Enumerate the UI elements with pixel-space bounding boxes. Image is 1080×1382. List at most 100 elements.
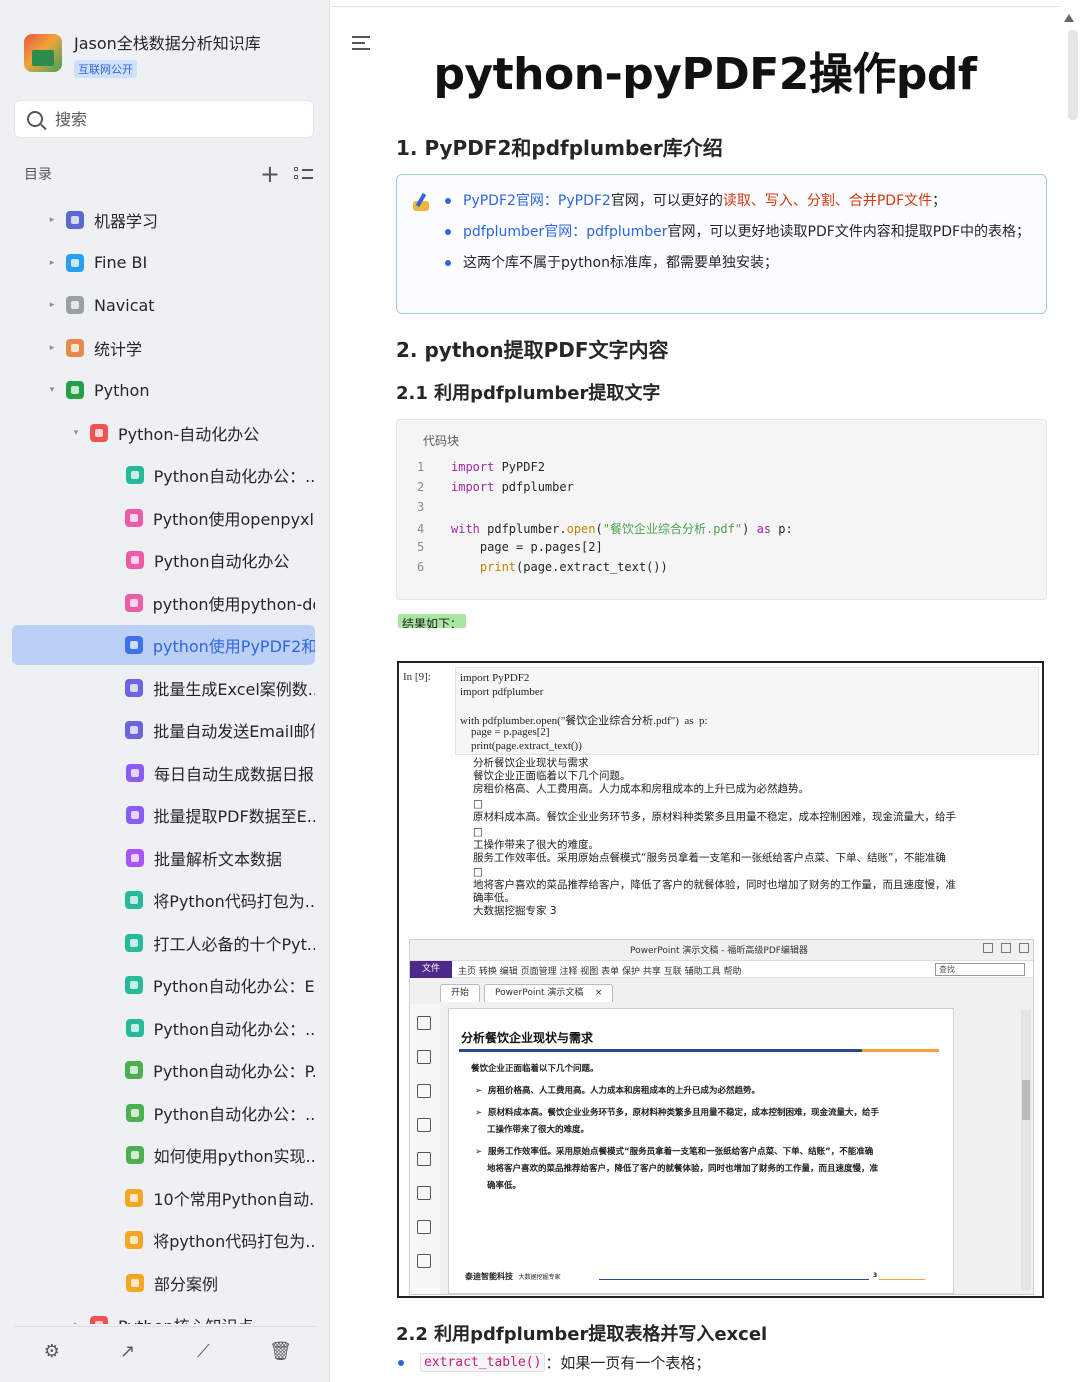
sidebar-item[interactable]: 批量提取PDF数据至E... [12, 795, 315, 835]
pdf-search-field[interactable]: 查找 [935, 963, 1025, 976]
file-menu[interactable]: 文件 [410, 961, 452, 978]
sidebar-item[interactable]: 批量生成Excel案例数... [12, 668, 315, 708]
notebook-input-cell: import PyPDF2 import pdfplumber with pdf… [455, 667, 1039, 755]
settings-icon[interactable]: ⚙ [42, 1341, 62, 1362]
pdf-scrollbar[interactable] [1021, 1010, 1031, 1290]
sidebar-item[interactable]: ▸ 统计学 [12, 328, 315, 368]
callout-item: pdfplumber官网：pdfplumber官网，可以更好地读取PDF文件内容… [443, 220, 1033, 244]
sidebar-item-label: 批量自动发送Email邮件 [153, 722, 315, 741]
knowledge-base-title: Jason全栈数据分析知识库 [74, 34, 261, 53]
sidebar-item[interactable]: 批量解析文本数据 [12, 838, 315, 878]
maximize-icon[interactable] [1001, 943, 1011, 953]
layers-icon[interactable] [417, 1084, 431, 1098]
sidebar-item[interactable]: Python自动化办公 [12, 540, 315, 580]
ribbon-menu[interactable]: 主页 转换 编辑 页面管理 注释 视图 表单 保护 共享 互联 辅助工具 帮助 [458, 964, 741, 977]
sidebar-item[interactable]: ▾ Python-自动化办公 [12, 413, 315, 453]
sidebar-item-label: python使用python-do... [152, 594, 315, 614]
sidebar-item[interactable]: python使用python-do... [12, 583, 315, 623]
callout-item: 这两个库不属于python标准库，都需要单独安装； [443, 251, 1033, 275]
attachment-icon[interactable] [417, 1152, 431, 1166]
sidebar-item-label: 批量解析文本数据 [154, 849, 283, 869]
knowledge-base-header[interactable]: Jason全栈数据分析知识库 互联网公开 [24, 34, 261, 78]
sidebar-item[interactable]: Python自动化办公：... [12, 1093, 315, 1133]
minimize-icon[interactable] [983, 943, 993, 953]
code-line: 5 page = p.pages[2] [417, 540, 603, 554]
scroll-up-arrow[interactable] [1064, 14, 1074, 22]
copy-icon[interactable] [417, 1050, 431, 1064]
sidebar-item[interactable]: 打工人必备的十个Pyt... [12, 923, 315, 963]
code-line: 1 import PyPDF2 [417, 460, 545, 474]
sidebar-item[interactable]: 10个常用Python自动... [12, 1178, 315, 1218]
pdf-page: 分析餐饮企业现状与需求 餐饮企业正面临着以下几个问题。 ➢ 房租价格高、人工费用… [448, 1008, 954, 1294]
tab-document[interactable]: PowerPoint 演示文稿 × [484, 984, 614, 1002]
toc-outline-icon[interactable] [294, 166, 314, 182]
expand-caret-icon[interactable]: ▸ [46, 343, 58, 353]
sidebar-item[interactable]: Python自动化办公：P... [12, 1050, 315, 1090]
signature-icon[interactable] [417, 1186, 431, 1200]
sidebar-item-label: python使用PyPDF2和... [152, 637, 315, 656]
sidebar-item[interactable]: 将python代码打包为.... [12, 1220, 315, 1260]
doc-type-icon [125, 1061, 144, 1079]
expand-caret-icon[interactable]: ▾ [70, 428, 82, 438]
tab-start[interactable]: 开始 [440, 984, 481, 1002]
sidebar-item-label: Python [94, 380, 150, 400]
sidebar-item[interactable]: ▾ Python [12, 370, 315, 410]
sidebar-item-label: Navicat [94, 295, 155, 315]
sidebar-item[interactable]: Python自动化办公：E... [12, 965, 315, 1005]
visibility-badge: 互联网公开 [74, 60, 137, 78]
expand-caret-icon[interactable]: ▸ [70, 1320, 82, 1324]
search-input[interactable] [55, 109, 285, 129]
close-icon[interactable] [1019, 943, 1029, 953]
pypdf2-link[interactable]: PyPDF2官网： [463, 193, 558, 209]
expand-caret-icon[interactable]: ▸ [46, 300, 58, 310]
code-block[interactable]: 代码块 1 import PyPDF2 2 import pdfplumber 3 … [396, 419, 1047, 600]
trash-icon[interactable]: 🗑 [269, 1341, 292, 1362]
sidebar-item[interactable]: 每日自动生成数据日报 [12, 753, 315, 793]
page-icon[interactable] [417, 1016, 431, 1030]
pdf-side-toolbar [410, 1004, 440, 1294]
sidebar-item[interactable]: Python自动化办公：... [12, 1008, 315, 1048]
doc-type-icon [126, 848, 144, 867]
sidebar-item-label: Python自动化办公：... [153, 1104, 315, 1124]
tab-close-icon[interactable]: × [595, 988, 603, 998]
doc-type-icon [125, 466, 144, 484]
inline-code: extract_table() [420, 1353, 546, 1372]
callout-item: PyPDF2官网：PyPDF2官网，可以更好的读取、写入、分割、合并PDF文件； [443, 189, 1033, 213]
share-icon[interactable]: ↗ [118, 1341, 138, 1362]
sidebar-item[interactable]: ▸ Python核心知识点 [12, 1305, 315, 1324]
sidebar-item[interactable]: 部分案例 [12, 1263, 315, 1303]
doc-type-icon [125, 1231, 144, 1249]
sidebar-item-label: Python自动化办公：... [153, 467, 315, 486]
sidebar-item[interactable]: 将Python代码打包为.... [12, 880, 315, 920]
expand-caret-icon[interactable]: ▾ [46, 385, 58, 395]
pdfplumber-link[interactable]: pdfplumber官网： [463, 224, 586, 240]
heading-intro: 1. PyPDF2和pdfplumber库介绍 [396, 136, 723, 160]
doc-type-icon [125, 1018, 144, 1037]
expand-caret-icon[interactable]: ▸ [46, 215, 58, 225]
sidebar-item[interactable]: ▸ Navicat [12, 285, 315, 325]
code-line: 4 with pdfplumber.open("餐饮企业综合分析.pdf") as… [417, 522, 793, 536]
output-line: □ [473, 826, 483, 838]
calendar-icon[interactable] [417, 1254, 431, 1268]
comment-icon[interactable] [417, 1118, 431, 1132]
output-line: 大数据挖掘专家 3 [473, 905, 557, 917]
search-box[interactable] [14, 100, 314, 138]
doc-type-icon [125, 806, 144, 824]
sidebar-item[interactable]: ▸ 机器学习 [12, 200, 315, 240]
expand-caret-icon[interactable]: ▸ [46, 258, 58, 268]
sidebar-item[interactable]: Python自动化办公：... [12, 455, 315, 495]
sidebar-item-label: Python-自动化办公 [118, 424, 260, 444]
sidebar-item[interactable]: ▸ Fine BI [12, 243, 315, 283]
sidebar-item[interactable]: 批量自动发送Email邮件 [12, 710, 315, 750]
result-label: 结果如下： [398, 614, 467, 628]
lock-icon[interactable] [417, 1220, 431, 1234]
stats-icon[interactable]: ⟋ [193, 1341, 213, 1362]
sidebar-item[interactable]: python使用PyPDF2和... [12, 625, 315, 665]
sidebar-item[interactable]: Python使用openpyxl... [12, 498, 315, 538]
sidebar-item-label: Python自动化办公：... [153, 1019, 315, 1039]
sidebar-item[interactable]: 如何使用python实现... [12, 1135, 315, 1175]
sidebar-item-label: Fine BI [94, 253, 148, 272]
writing-hand-icon [411, 192, 433, 213]
code-line: 6 print(page.extract_text()) [417, 560, 668, 574]
add-doc-icon[interactable]: + [260, 162, 280, 186]
